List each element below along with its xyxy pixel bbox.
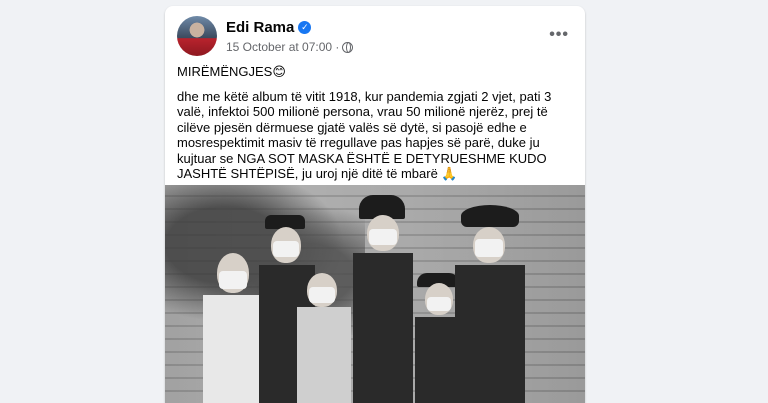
post-meta: 15 October at 07:00 · [226,40,354,54]
author-name[interactable]: Edi Rama [226,19,294,36]
post-photo[interactable] [165,185,585,403]
photo-person [353,195,413,403]
verified-badge-icon: ✓ [298,21,312,34]
post-header: Edi Rama ✓ 15 October at 07:00 · ••• [177,16,573,56]
photo-person [293,267,353,403]
photo-person [455,205,525,403]
author-avatar[interactable] [177,16,217,56]
author-row: Edi Rama ✓ [226,19,312,36]
post-greeting: MIRËMËNGJES😊 [177,64,286,79]
post-body: dhe me këtë album të vitit 1918, kur pan… [177,88,552,182]
post-card: Edi Rama ✓ 15 October at 07:00 · ••• MIR… [165,6,585,403]
globe-icon[interactable] [342,41,354,53]
more-options-icon[interactable]: ••• [549,26,569,44]
post-timestamp[interactable]: 15 October at 07:00 · [226,40,339,54]
post-text: MIRËMËNGJES😊 dhe me këtë album të vitit … [177,64,575,191]
